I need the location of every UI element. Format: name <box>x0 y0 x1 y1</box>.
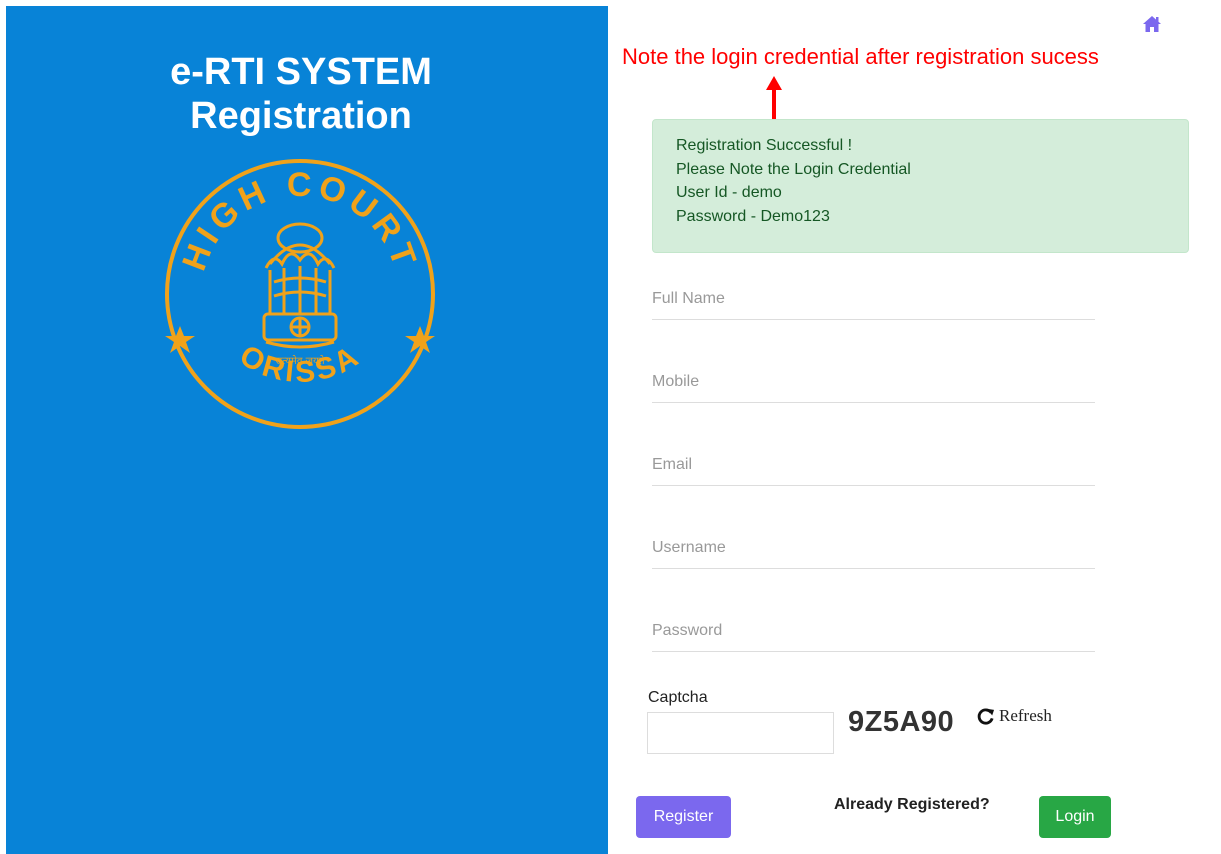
title-line-2: Registration <box>190 95 412 137</box>
brand-panel: e-RTI SYSTEM Registration HIGH COURT ORI… <box>6 6 608 854</box>
alert-line-note: Please Note the Login Credential <box>676 160 911 178</box>
mobile-input[interactable] <box>652 367 1095 403</box>
seal-motto: सत्यमेव जयते <box>275 355 324 367</box>
captcha-code: 9Z5A90 <box>848 706 955 738</box>
refresh-captcha-button[interactable]: Refresh <box>976 704 1052 728</box>
refresh-icon <box>977 707 995 725</box>
full-name-input[interactable] <box>652 284 1095 320</box>
title-line-1: e-RTI SYSTEM <box>170 51 432 93</box>
alert-line-status: Registration Successful ! <box>676 137 853 154</box>
high-court-seal: HIGH COURT ORISSA सत्यमेव जयते <box>165 159 435 429</box>
alert-line-user-id: User Id - demo <box>676 184 782 201</box>
register-button[interactable]: Register <box>636 796 731 838</box>
alert-line-password: Password - Demo123 <box>676 207 830 225</box>
refresh-label: Refresh <box>999 706 1052 725</box>
home-icon[interactable] <box>1142 14 1162 34</box>
page-title: e-RTI SYSTEM Registration <box>6 50 596 138</box>
email-input[interactable] <box>652 450 1095 486</box>
login-button[interactable]: Login <box>1039 796 1111 838</box>
username-input[interactable] <box>652 533 1095 569</box>
annotation-note: Note the login credential after registra… <box>622 44 1099 69</box>
captcha-label: Captcha <box>648 689 708 706</box>
annotation-arrow-icon <box>766 76 782 122</box>
emblem-icon <box>262 222 338 349</box>
registration-success-alert: Registration Successful ! Please Note th… <box>652 119 1189 253</box>
already-registered-text: Already Registered? <box>834 796 990 813</box>
password-input[interactable] <box>652 616 1095 652</box>
captcha-input[interactable] <box>647 712 834 754</box>
